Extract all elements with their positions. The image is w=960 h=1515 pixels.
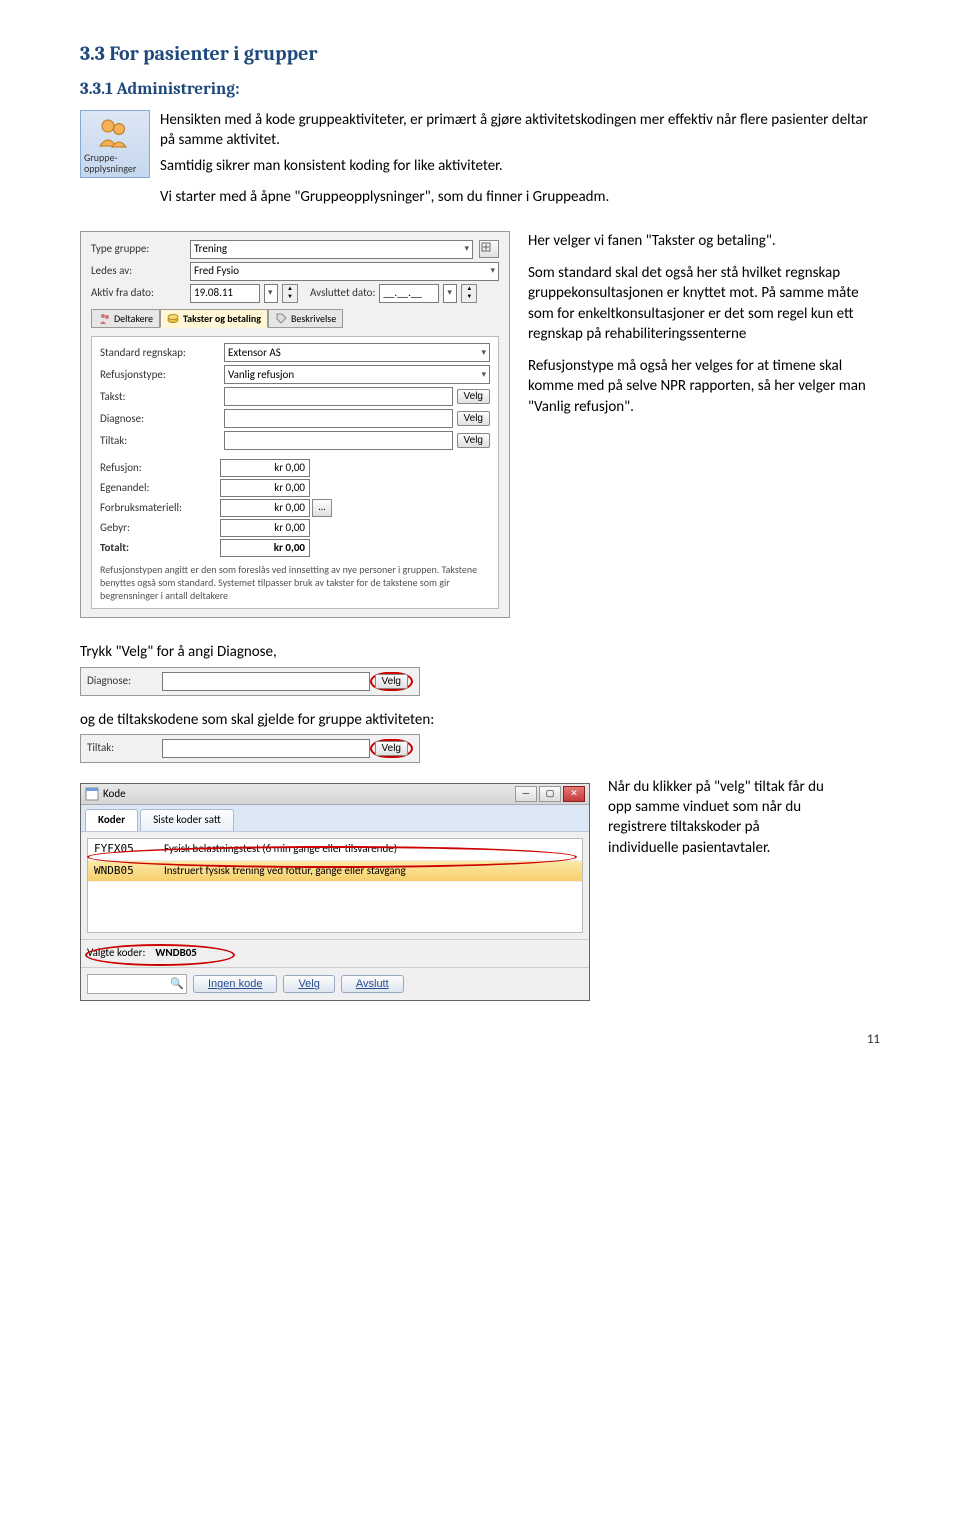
tab-koder[interactable]: Koder (85, 809, 138, 831)
egenandel-label: Egenandel: (100, 481, 220, 496)
tile-label: Gruppe-opplysninger (84, 152, 146, 174)
tiltak-single-velg-button[interactable]: Velg (375, 741, 408, 756)
kode-list[interactable]: FYFX05Fysisk belastningstest (6 min gang… (87, 838, 583, 934)
people-icon (98, 312, 111, 325)
avsluttet-input[interactable]: __.__.__ (379, 284, 439, 303)
velg-highlight-icon: Velg (370, 672, 413, 691)
aktiv-fra-label: Aktiv fra dato: (91, 286, 186, 301)
forbruksmateriell-value[interactable]: kr 0,00 (220, 499, 310, 517)
tab-siste-koder[interactable]: Siste koder satt (140, 809, 234, 831)
kode-titlebar[interactable]: Kode — ▢ ✕ (81, 784, 589, 805)
diagnose-single-velg-button[interactable]: Velg (375, 674, 408, 689)
takst-velg-button[interactable]: Velg (457, 389, 490, 404)
kode-search-input[interactable]: 🔍 (87, 974, 187, 994)
panel-footnote: Refusjonstypen angitt er den som foreslå… (100, 563, 490, 602)
kode-row-selected[interactable]: WNDB05Instruert fysisk trening ved fottu… (88, 861, 582, 883)
refusjonstype-dropdown[interactable]: Vanlig refusjon (224, 365, 490, 384)
coins-icon (167, 312, 180, 325)
avslutt-button[interactable]: Avslutt (341, 975, 404, 993)
intro-paragraph-3: Vi starter med å åpne "Gruppeopplysninge… (160, 187, 880, 207)
aktiv-fra-picker[interactable] (264, 284, 278, 303)
kode-title-text: Kode (103, 787, 126, 802)
intro-block: Gruppe-opplysninger Hensikten med å kode… (80, 110, 880, 213)
mid-text-1: Trykk "Velg" for å angi Diagnose, (80, 642, 880, 662)
aktiv-fra-stepper[interactable]: ▲▼ (282, 284, 298, 303)
gebyr-label: Gebyr: (100, 521, 220, 536)
detail-open-icon[interactable] (479, 240, 499, 258)
standard-regnskap-label: Standard regnskap: (100, 346, 220, 361)
totalt-label: Totalt: (100, 541, 220, 556)
search-icon: 🔍 (168, 977, 186, 992)
egenandel-value[interactable]: kr 0,00 (220, 479, 310, 497)
intro-paragraph-1: Hensikten med å kode gruppeaktiviteter, … (160, 110, 880, 151)
velg-highlight-icon: Velg (370, 739, 413, 758)
standard-regnskap-dropdown[interactable]: Extensor AS (224, 343, 490, 362)
side-paragraph-2: Som standard skal det også her stå hvilk… (528, 263, 880, 344)
diagnose-single-input[interactable] (162, 672, 370, 691)
avsluttet-label: Avsluttet dato: (310, 286, 375, 301)
refusjon-label: Refusjon: (100, 461, 220, 476)
kode-action-bar: 🔍 Ingen kode Velg Avslutt (81, 967, 589, 1000)
forbruk-detail-button[interactable]: … (312, 499, 332, 517)
kode-row[interactable]: FYFX05Fysisk belastningstest (6 min gang… (88, 839, 582, 861)
tiltak-velg-button[interactable]: Velg (457, 433, 490, 448)
gebyr-value[interactable]: kr 0,00 (220, 519, 310, 537)
ledes-av-dropdown[interactable]: Fred Fysio (190, 262, 499, 281)
side-paragraph-1: Her velger vi fanen "Takster og betaling… (528, 231, 880, 251)
totalt-value: kr 0,00 (220, 539, 310, 557)
avsluttet-stepper[interactable]: ▲▼ (461, 284, 477, 303)
side-explanation: Her velger vi fanen "Takster og betaling… (528, 231, 880, 429)
velg-button[interactable]: Velg (283, 975, 334, 993)
close-button[interactable]: ✕ (563, 786, 585, 802)
side2-paragraph: Når du klikker på "velg" tiltak får du o… (608, 777, 828, 858)
page-number: 11 (80, 1031, 880, 1049)
ingen-kode-button[interactable]: Ingen kode (193, 975, 277, 993)
tiltak-single-input[interactable] (162, 739, 370, 758)
refusjonstype-label: Refusjonstype: (100, 368, 220, 383)
side-explanation-2: Når du klikker på "velg" tiltak får du o… (608, 777, 828, 870)
avsluttet-picker[interactable] (443, 284, 457, 303)
aktiv-fra-input[interactable]: 19.08.11 (190, 284, 260, 303)
intro-paragraph-2: Samtidig sikrer man konsistent koding fo… (160, 156, 880, 176)
diagnose-single-field: Diagnose: Velg (80, 667, 420, 696)
tiltak-input[interactable] (224, 431, 453, 450)
takst-label: Takst: (100, 390, 220, 405)
diagnose-input[interactable] (224, 409, 453, 428)
diagnose-velg-button[interactable]: Velg (457, 411, 490, 426)
diagnose-single-label: Diagnose: (87, 674, 162, 689)
tab-takster-og-betaling[interactable]: Takster og betaling (160, 309, 268, 329)
valgte-koder-label: Valgte koder: (87, 946, 145, 961)
mid-text-2: og de tiltakskodene som skal gjelde for … (80, 710, 880, 730)
ledes-av-label: Ledes av: (91, 264, 186, 279)
group-people-icon (94, 116, 136, 150)
type-gruppe-label: Type gruppe: (91, 242, 186, 257)
section-heading: 3.3 For pasienter i grupper (80, 40, 880, 67)
tag-icon (275, 312, 288, 325)
takst-input[interactable] (224, 387, 453, 406)
window-app-icon (85, 787, 99, 801)
maximize-button[interactable]: ▢ (539, 786, 561, 802)
forbruksmateriell-label: Forbruksmateriell: (100, 501, 220, 516)
tab-beskrivelse[interactable]: Beskrivelse (268, 309, 343, 329)
valgte-koder-value: WNDB05 (155, 946, 196, 961)
diagnose-label: Diagnose: (100, 412, 220, 427)
kode-footer: Valgte koder: WNDB05 (81, 939, 589, 967)
gruppeopplysninger-tile[interactable]: Gruppe-opplysninger (80, 110, 150, 178)
minimize-button[interactable]: — (515, 786, 537, 802)
refusjon-value: kr 0,00 (220, 459, 310, 477)
side-paragraph-3: Refusjonstype må også her velges for at … (528, 356, 880, 417)
tiltak-label: Tiltak: (100, 434, 220, 449)
tiltak-single-field: Tiltak: Velg (80, 734, 420, 763)
kode-window: Kode — ▢ ✕ Koder Siste koder satt FYFX05… (80, 783, 590, 1001)
type-gruppe-dropdown[interactable]: Trening (190, 240, 473, 259)
gruppe-panel: Type gruppe: Trening Ledes av: Fred Fysi… (80, 231, 510, 619)
tiltak-single-label: Tiltak: (87, 741, 162, 756)
subsection-heading: 3.3.1 Administrering: (80, 79, 880, 102)
tab-deltakere[interactable]: Deltakere (91, 309, 160, 329)
takster-subpanel: Standard regnskap: Extensor AS Refusjonst… (91, 336, 499, 609)
